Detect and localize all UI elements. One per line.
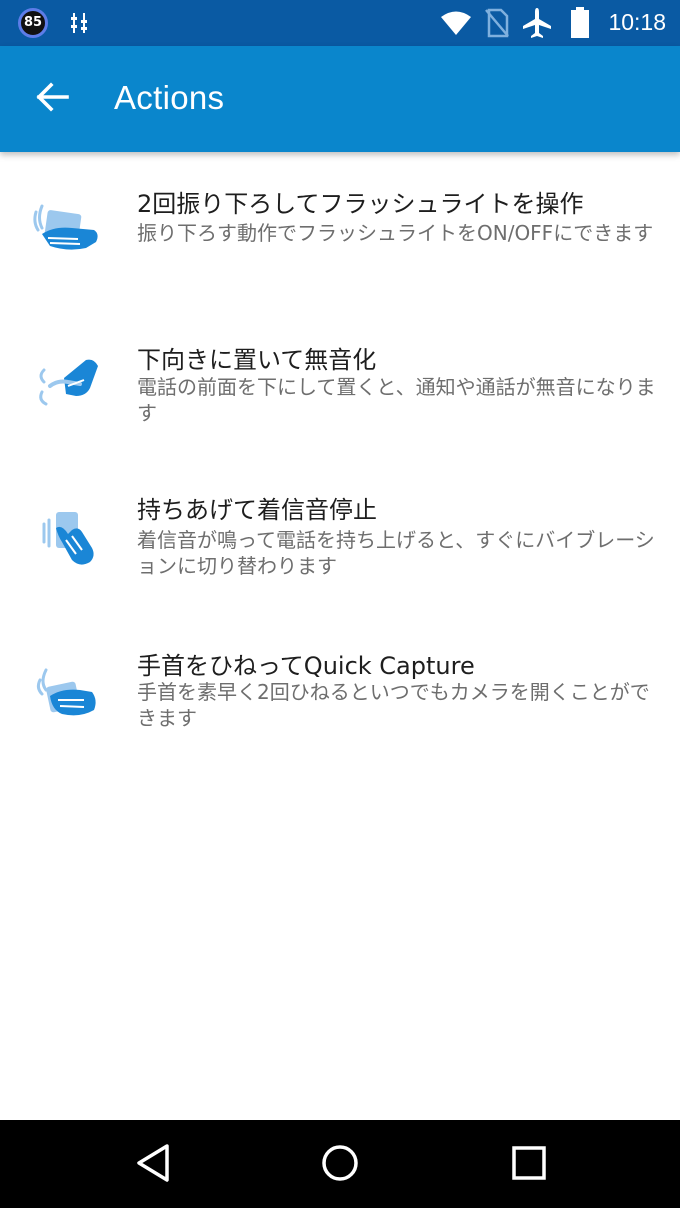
action-description: 電話の前面を下にして置くと、通知や通話が無音になります [137, 375, 656, 425]
back-button[interactable] [24, 74, 80, 124]
back-triangle-icon [135, 1143, 171, 1187]
action-item-flip-silence[interactable]: 下向きに置いて無音化 電話の前面を下にして置くと、通知や通話が無音になります [0, 306, 680, 460]
wifi-icon [440, 10, 472, 40]
home-circle-icon [320, 1143, 360, 1187]
airplane-mode-icon [522, 7, 552, 43]
action-description: 着信音が鳴って電話を持ち上げると、すぐにバイブレーションに切り替わります [137, 528, 655, 578]
action-item-lift-mute[interactable]: 持ちあげて着信音停止 着信音が鳴って電話を持ち上げると、すぐにバイブレーションに… [0, 460, 680, 614]
nav-recents-button[interactable] [506, 1142, 552, 1188]
flip-phone-icon [28, 348, 104, 412]
action-item-twist-capture[interactable]: 手首をひねってQuick Capture 手首を素早く2回ひねるといつでもカメラ… [0, 614, 680, 768]
twist-wrist-icon [28, 660, 104, 724]
status-bar: 85 10:18 [0, 0, 680, 46]
navigation-bar [0, 1120, 680, 1208]
battery-level-value: 85 [23, 15, 43, 30]
recents-square-icon [511, 1145, 547, 1185]
action-title: 持ちあげて着信音停止 [137, 496, 377, 524]
action-description: 振り下ろす動作でフラッシュライトをON/OFFにできます [137, 221, 654, 245]
arrow-back-icon [35, 82, 69, 116]
page-title: Actions [114, 79, 225, 116]
no-sim-icon [485, 8, 509, 42]
battery-icon [570, 7, 590, 43]
actions-list: 2回振り下ろしてフラッシュライトを操作 振り下ろす動作でフラッシュライトをON/… [0, 152, 680, 768]
action-description: 手首を素早く2回ひねるといつでもカメラを開くことができます [137, 680, 650, 730]
action-item-chop-flashlight[interactable]: 2回振り下ろしてフラッシュライトを操作 振り下ろす動作でフラッシュライトをON/… [0, 152, 680, 306]
action-title: 下向きに置いて無音化 [137, 346, 377, 374]
nav-back-button[interactable] [130, 1142, 176, 1188]
nav-home-button[interactable] [317, 1142, 363, 1188]
battery-level-icon: 85 [18, 8, 48, 38]
lift-phone-icon [28, 506, 104, 570]
app-bar: Actions [0, 46, 680, 152]
action-title: 手首をひねってQuick Capture [137, 652, 475, 680]
action-title: 2回振り下ろしてフラッシュライトを操作 [137, 190, 584, 218]
chop-gesture-icon [28, 198, 104, 262]
equalizer-icon [70, 12, 88, 38]
status-time: 10:18 [608, 9, 666, 35]
